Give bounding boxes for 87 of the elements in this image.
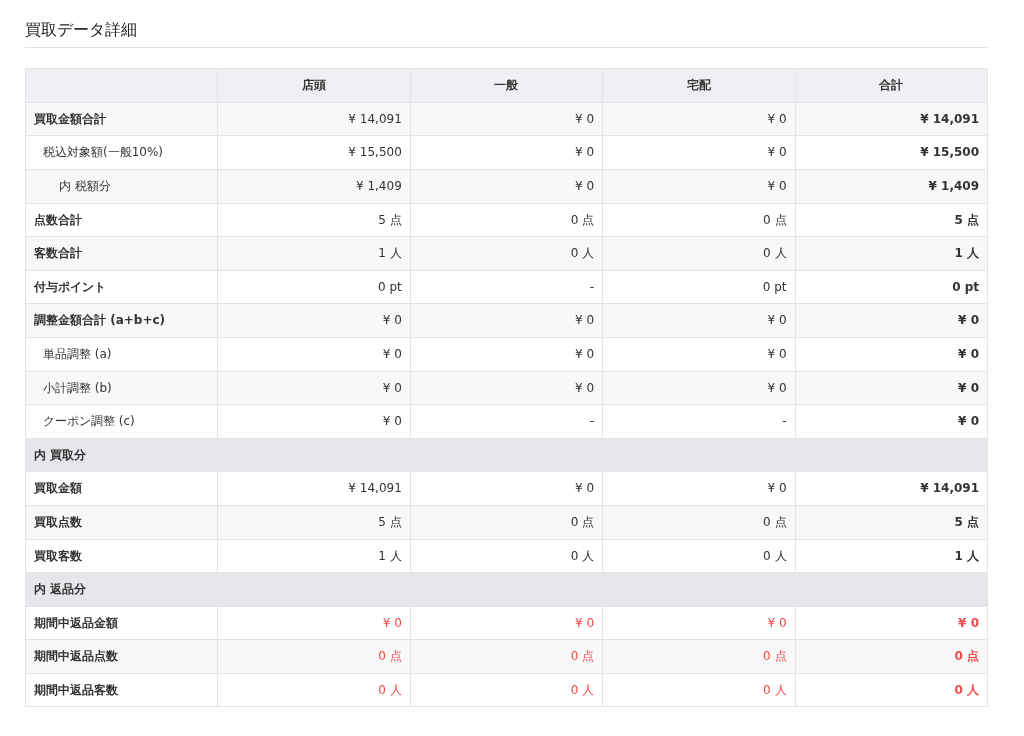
table-cell: ¥ 0 (410, 303, 603, 338)
total-cell: 1 人 (795, 236, 988, 271)
table-cell: 5 点 (217, 505, 411, 539)
table-cell: 0 人 (602, 539, 796, 573)
table-cell: - (410, 270, 603, 304)
table-cell: ¥ 0 (410, 102, 603, 136)
table-cell: ¥ 0 (602, 606, 796, 640)
total-cell: ¥ 0 (795, 404, 988, 439)
table-cell: 0 点 (602, 203, 796, 237)
table-cell: ¥ 0 (217, 303, 411, 338)
column-header: 合計 (795, 68, 988, 103)
table-cell: 0 人 (602, 236, 796, 271)
table-cell: ¥ 0 (602, 471, 796, 506)
table-cell: 0 点 (410, 505, 603, 539)
table-cell: 0 点 (410, 639, 603, 674)
table-cell: 0 人 (410, 673, 603, 707)
table-cell: 5 点 (217, 203, 411, 237)
table-cell: ¥ 0 (602, 102, 796, 136)
table-cell: 0 点 (602, 505, 796, 539)
table-cell: 0 点 (217, 639, 411, 674)
table-cell: ¥ 0 (217, 404, 411, 439)
table-cell: ¥ 0 (602, 135, 796, 170)
total-cell: 0 pt (795, 270, 988, 304)
column-header: 宅配 (602, 68, 796, 103)
section-header: 内 返品分 (25, 572, 988, 607)
row-label: 買取金額 (25, 471, 218, 506)
total-cell: 1 人 (795, 539, 988, 573)
total-cell: ¥ 15,500 (795, 135, 988, 170)
total-cell: 5 点 (795, 505, 988, 539)
total-cell: ¥ 0 (795, 606, 988, 640)
table-cell: ¥ 14,091 (217, 102, 411, 136)
total-cell: ¥ 14,091 (795, 471, 988, 506)
row-label: 点数合計 (25, 203, 218, 237)
table-cell: ¥ 0 (410, 337, 603, 372)
total-cell: 0 点 (795, 639, 988, 674)
row-label: 期間中返品客数 (25, 673, 218, 707)
table-cell: 1 人 (217, 539, 411, 573)
row-label: 税込対象額(一般10%) (25, 135, 218, 170)
total-cell: ¥ 0 (795, 337, 988, 372)
table-cell: ¥ 0 (410, 471, 603, 506)
table-cell: 0 pt (217, 270, 411, 304)
table-cell: - (602, 404, 796, 439)
table-cell: 0 人 (602, 673, 796, 707)
total-cell: ¥ 14,091 (795, 102, 988, 136)
row-label: クーポン調整 (c) (25, 404, 218, 439)
table-cell: ¥ 0 (217, 606, 411, 640)
row-label: 期間中返品金額 (25, 606, 218, 640)
row-label: 買取金額合計 (25, 102, 218, 136)
table-cell: 0 人 (410, 236, 603, 271)
total-cell: ¥ 0 (795, 371, 988, 405)
row-label: 内 税額分 (25, 169, 218, 204)
row-label: 付与ポイント (25, 270, 218, 304)
table-cell: 0 人 (217, 673, 411, 707)
total-cell: 5 点 (795, 203, 988, 237)
section-header: 内 買取分 (25, 438, 988, 472)
table-cell: 0 pt (602, 270, 796, 304)
table-cell: ¥ 0 (410, 606, 603, 640)
table-cell: ¥ 0 (602, 337, 796, 372)
row-label: 買取点数 (25, 505, 218, 539)
page-title: 買取データ詳細 (25, 20, 988, 49)
table-cell: ¥ 0 (410, 135, 603, 170)
column-header: 一般 (410, 68, 603, 103)
column-header: 店頭 (217, 68, 411, 103)
table-cell: ¥ 0 (217, 337, 411, 372)
row-label: 単品調整 (a) (25, 337, 218, 372)
row-label: 調整金額合計 (a+b+c) (25, 303, 218, 338)
total-cell: ¥ 1,409 (795, 169, 988, 204)
table-cell: 0 点 (602, 639, 796, 674)
table-cell: ¥ 0 (602, 303, 796, 338)
table-cell: ¥ 15,500 (217, 135, 411, 170)
table-cell: 0 点 (410, 203, 603, 237)
table-cell: ¥ 1,409 (217, 169, 411, 204)
row-label: 小計調整 (b) (25, 371, 218, 405)
table-cell: ¥ 14,091 (217, 471, 411, 506)
table-cell: ¥ 0 (217, 371, 411, 405)
table-cell: 0 人 (410, 539, 603, 573)
table-cell: ¥ 0 (410, 371, 603, 405)
row-label: 買取客数 (25, 539, 218, 573)
table-cell: ¥ 0 (410, 169, 603, 204)
table-cell: 1 人 (217, 236, 411, 271)
table-cell: ¥ 0 (602, 169, 796, 204)
row-label: 客数合計 (25, 236, 218, 271)
row-label: 期間中返品点数 (25, 639, 218, 674)
table-cell: - (410, 404, 603, 439)
total-cell: 0 人 (795, 673, 988, 707)
table-cell: ¥ 0 (602, 371, 796, 405)
total-cell: ¥ 0 (795, 303, 988, 338)
